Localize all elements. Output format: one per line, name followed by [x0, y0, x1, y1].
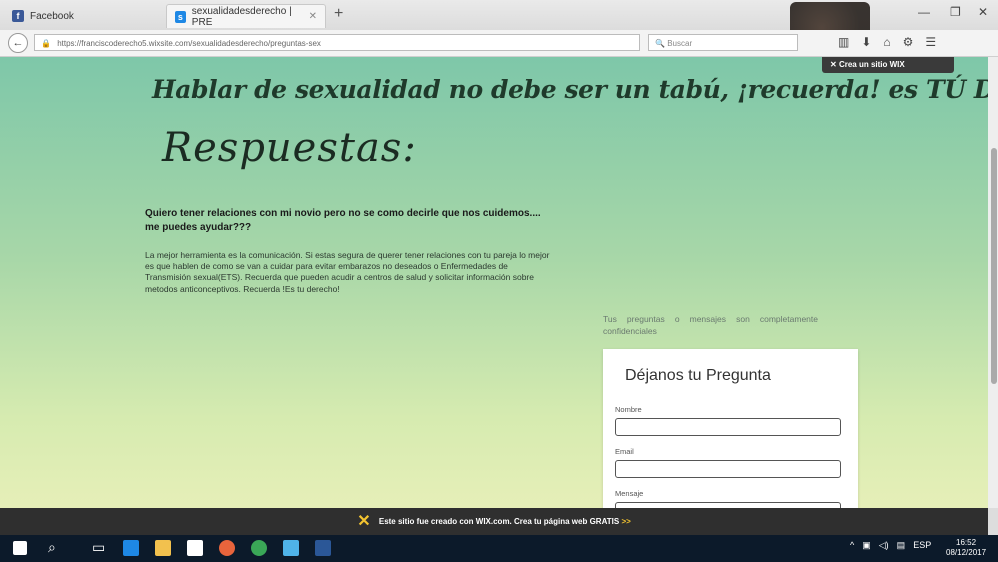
home-icon[interactable]: ⌂: [883, 35, 890, 49]
message-label: Mensaje: [615, 489, 644, 498]
chrome-icon[interactable]: [251, 540, 267, 556]
windows-taskbar: ⌕ ▭ ^ ▣ ◁) ▤ ESP 16:52 08/12/2017: [0, 535, 998, 562]
wix-banner-link[interactable]: >>: [621, 517, 630, 526]
search-icon: 🔍: [655, 39, 665, 48]
back-button[interactable]: ←: [8, 33, 28, 53]
task-view-icon[interactable]: ▭: [92, 539, 105, 556]
language-indicator[interactable]: ESP: [913, 540, 931, 551]
app-icon[interactable]: [283, 540, 299, 556]
question-form: Déjanos tu Pregunta Nombre Email Mensaje: [603, 349, 858, 508]
chevron-up-icon[interactable]: ^: [850, 540, 854, 551]
word-icon[interactable]: [315, 540, 331, 556]
clock[interactable]: 16:52 08/12/2017: [946, 538, 986, 558]
clock-time: 16:52: [956, 538, 977, 547]
email-label: Email: [615, 447, 634, 456]
edge-icon[interactable]: [123, 540, 139, 556]
keyboard-icon[interactable]: ▤: [897, 540, 906, 551]
confidential-note: Tus preguntas o mensajes son completamen…: [603, 314, 818, 336]
system-tray: ^ ▣ ◁) ▤ ESP: [850, 540, 931, 551]
scrollbar-thumb[interactable]: [991, 148, 997, 384]
toolbar-icons: ▥ ⬇ ⌂ ⚙ ☰: [838, 35, 936, 49]
answer-text: La mejor herramienta es la comunicación.…: [145, 250, 550, 294]
clock-date: 08/12/2017: [946, 548, 987, 557]
maximize-icon[interactable]: ❐: [950, 5, 961, 19]
file-explorer-icon[interactable]: [155, 540, 171, 556]
search-placeholder: Buscar: [667, 39, 693, 48]
wix-banner-text: Este sitio fue creado con WIX.com. Crea …: [378, 517, 620, 526]
wix-create-label: Crea un sitio WIX: [838, 60, 905, 69]
tab-sexualidad[interactable]: s sexualidadesderecho | PRE ✕: [166, 4, 326, 28]
settings-icon[interactable]: ⚙: [903, 35, 914, 49]
url-text: https://franciscoderecho5.wixsite.com/se…: [57, 39, 321, 48]
page-content: ✕ Crea un sitio WIX Hablar de sexualidad…: [0, 57, 988, 508]
network-icon[interactable]: ▣: [862, 540, 871, 551]
close-window-icon[interactable]: ✕: [978, 5, 988, 19]
wix-site-icon: s: [175, 10, 186, 23]
minimize-icon[interactable]: —: [918, 5, 930, 19]
name-label: Nombre: [615, 405, 642, 414]
lock-icon: 🔒: [41, 39, 51, 48]
search-input[interactable]: 🔍 Buscar: [648, 34, 798, 51]
email-field[interactable]: [615, 460, 841, 478]
download-icon[interactable]: ⬇: [861, 35, 871, 49]
store-icon[interactable]: [187, 540, 203, 556]
page-headline: Hablar de sexualidad no debe ser un tabú…: [152, 75, 988, 104]
close-icon[interactable]: ✕: [309, 11, 317, 22]
firefox-icon[interactable]: [219, 540, 235, 556]
wix-create-button[interactable]: ✕ Crea un sitio WIX: [822, 57, 954, 73]
section-title: Respuestas:: [162, 125, 417, 171]
address-bar[interactable]: 🔒 https://franciscoderecho5.wixsite.com/…: [34, 34, 640, 51]
name-field[interactable]: [615, 418, 841, 436]
library-icon[interactable]: ▥: [838, 35, 849, 49]
facebook-icon: f: [12, 10, 24, 22]
volume-icon[interactable]: ◁): [879, 540, 889, 551]
wix-banner[interactable]: ✕ Este sitio fue creado con WIX.com. Cre…: [0, 508, 988, 535]
menu-icon[interactable]: ☰: [925, 35, 936, 49]
tab-label: sexualidadesderecho | PRE: [191, 5, 292, 28]
tab-facebook[interactable]: f Facebook ✕: [4, 4, 184, 28]
browser-tab-bar: f Facebook ✕ s sexualidadesderecho | PRE…: [0, 0, 998, 54]
form-title: Déjanos tu Pregunta: [625, 367, 771, 384]
question-text: Quiero tener relaciones con mi novio per…: [145, 208, 541, 233]
tab-label: Facebook: [30, 10, 74, 22]
browser-nav-bar: ← 🔒 https://franciscoderecho5.wixsite.co…: [0, 30, 998, 57]
search-icon[interactable]: ⌕: [48, 539, 56, 556]
windows-start-icon[interactable]: [13, 541, 27, 555]
wix-logo-icon: ✕: [357, 513, 371, 531]
new-tab-button[interactable]: +: [334, 5, 343, 23]
